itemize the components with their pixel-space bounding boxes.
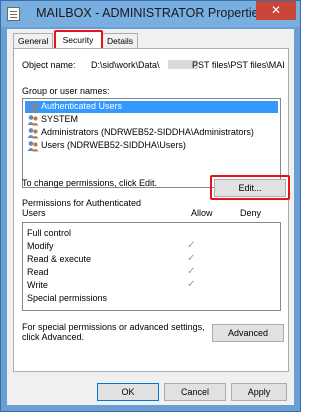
allow-header: Allow [191,208,213,218]
user-list[interactable]: Authenticated Users SYSTEM Administrator… [22,98,281,188]
cancel-button[interactable]: Cancel [164,383,226,401]
allow-check-icon: ✓ [187,279,196,290]
permission-name: Modify [27,241,54,251]
user-name: SYSTEM [41,114,79,124]
permissions-list[interactable]: Full control Modify ✓ Read & execute ✓ R… [22,222,281,311]
object-name-value: D:\sid\work\Data\ [91,60,160,70]
object-name-label: Object name: [22,60,76,70]
permission-row: Special permissions [27,293,277,305]
edit-button[interactable]: Edit... [214,179,286,197]
object-name-value-tail: PST files\PST files\MAI [192,60,285,70]
allow-check-icon: ✓ [187,266,196,277]
permission-row: Modify ✓ [27,240,277,253]
users-group-icon [27,115,39,126]
tab-security[interactable]: Security [54,31,102,49]
tab-general[interactable]: General [13,33,54,48]
user-name: Authenticated Users [41,101,123,111]
permission-row: Read ✓ [27,266,277,279]
allow-check-icon: ✓ [187,240,196,251]
list-item[interactable]: Administrators (NDRWEB52-SIDDHA\Administ… [25,127,278,139]
apply-button[interactable]: Apply [231,383,287,401]
allow-check-icon: ✓ [187,253,196,264]
advanced-hint-line1: For special permissions or advanced sett… [22,322,205,332]
user-name: Administrators (NDRWEB52-SIDDHA\Administ… [41,127,254,137]
list-item[interactable]: Users (NDRWEB52-SIDDHA\Users) [25,140,278,152]
title-bar[interactable]: MAILBOX - ADMINISTRATOR Properties ✕ [1,1,300,27]
permission-row: Read & execute ✓ [27,253,277,266]
close-button[interactable]: ✕ [256,1,296,20]
deny-header: Deny [240,208,262,218]
users-group-icon [27,128,39,139]
advanced-hint-line2: click Advanced. [22,332,85,342]
ok-button[interactable]: OK [97,383,159,401]
permission-name: Read [27,267,49,277]
tab-details[interactable]: Details [102,33,138,48]
group-label: Group or user names: [22,86,110,96]
permission-name: Write [27,280,48,290]
user-name: Users (NDRWEB52-SIDDHA\Users) [41,140,186,150]
permission-row: Full control [27,228,277,240]
users-group-icon [27,141,39,152]
permission-name: Full control [27,228,72,238]
list-item[interactable]: Authenticated Users [25,101,278,113]
properties-window: MAILBOX - ADMINISTRATOR Properties ✕ Gen… [0,0,301,412]
permission-name: Read & execute [27,254,92,264]
advanced-button[interactable]: Advanced [212,324,284,342]
permission-name: Special permissions [27,293,108,303]
users-group-icon [27,102,39,113]
change-permissions-text: To change permissions, click Edit. [22,178,158,188]
list-item[interactable]: SYSTEM [25,114,278,126]
permission-row: Write ✓ [27,279,277,292]
permissions-label: Permissions for Authenticated [22,198,142,208]
dialog-body: General Security Details Object name: D:… [7,29,294,405]
permissions-label-user: Users [22,208,46,218]
security-panel: Object name: D:\sid\work\Data\ PST files… [13,48,290,372]
